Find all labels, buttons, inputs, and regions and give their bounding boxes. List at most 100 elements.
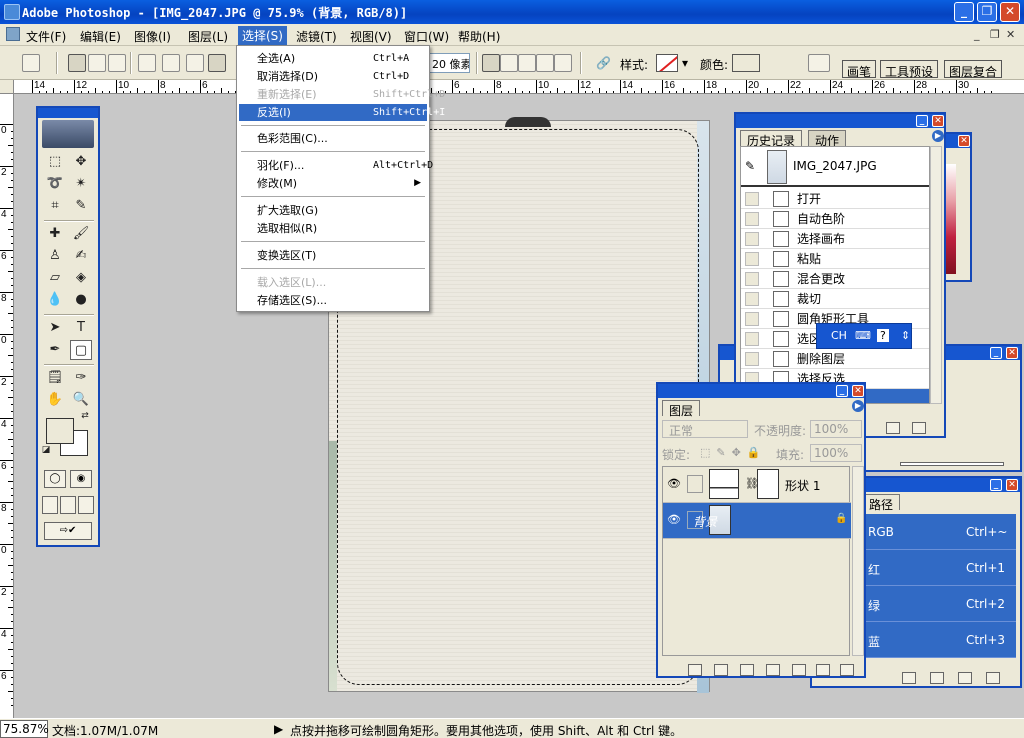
menu-file[interactable]: 文件(F)	[22, 27, 70, 44]
link-layers-icon[interactable]	[688, 664, 702, 676]
well-tab-layer-comps[interactable]: 图层复合	[944, 60, 1003, 79]
navigator-zoom-slider[interactable]	[900, 462, 1004, 466]
fill-input[interactable]: 100%	[810, 444, 862, 462]
path-selection-tool-icon[interactable]: ➤	[44, 318, 66, 338]
swap-colors-icon[interactable]: ⇄	[78, 410, 92, 422]
history-scrollbar[interactable]	[930, 146, 942, 404]
trash-icon[interactable]	[840, 664, 854, 676]
eye-icon[interactable]: 👁	[667, 513, 683, 527]
full-screen-mode-button[interactable]	[78, 496, 94, 514]
healing-brush-tool-icon[interactable]: ✚	[44, 224, 66, 244]
layers-close-button[interactable]: ✕	[852, 385, 864, 397]
layers-scrollbar[interactable]	[852, 466, 864, 656]
freeform-pen-icon[interactable]	[162, 54, 180, 72]
notes-tool-icon[interactable]: 🗒	[44, 368, 66, 388]
document-icon[interactable]	[6, 27, 20, 41]
history-step[interactable]: 选择画布	[741, 229, 929, 249]
history-snapshot[interactable]: ✎ IMG_2047.JPG	[741, 147, 929, 187]
history-minimize-button[interactable]: _	[916, 115, 928, 127]
magic-wand-tool-icon[interactable]: ✴	[70, 174, 92, 194]
dodge-tool-icon[interactable]: ●	[70, 290, 92, 310]
full-screen-menubar-mode-button[interactable]	[60, 496, 76, 514]
doc-restore-button[interactable]: ❐	[990, 28, 1000, 41]
brush-tool-icon[interactable]: 🖌	[70, 224, 92, 244]
menu-item-deselect[interactable]: 取消选择(D) Ctrl+D	[239, 68, 427, 85]
menu-view[interactable]: 视图(V)	[346, 27, 396, 44]
tab-history[interactable]: 历史记录	[740, 130, 803, 148]
history-step[interactable]: 自动色阶	[741, 209, 929, 229]
blur-tool-icon[interactable]: 💧	[44, 290, 66, 310]
adobe-feather-icon[interactable]	[42, 120, 94, 148]
slice-tool-icon[interactable]: ✎	[70, 196, 92, 216]
shape-layers-button[interactable]	[68, 54, 86, 72]
standard-screen-mode-button[interactable]	[42, 496, 58, 514]
close-button[interactable]: ✕	[1000, 2, 1020, 22]
minimize-button[interactable]: _	[954, 2, 974, 22]
channels-minimize-button[interactable]: _	[990, 479, 1002, 491]
paint-bucket-tool-icon[interactable]: ◈	[70, 268, 92, 288]
menu-item-reselect[interactable]: 重新选择(E) Shift+Ctrl+D	[239, 86, 445, 103]
new-group-icon[interactable]	[766, 664, 780, 676]
menu-item-grow[interactable]: 扩大选取(G)	[239, 202, 427, 219]
style-dropdown-arrow-icon[interactable]: ▾	[682, 56, 688, 70]
history-step[interactable]: 混合更改	[741, 269, 929, 289]
rounded-rectangle-shape-icon[interactable]	[208, 54, 226, 72]
layer-row[interactable]: 👁 背景 🔒	[663, 503, 851, 539]
channels-close-button[interactable]: ✕	[1006, 479, 1018, 491]
menu-item-save-selection[interactable]: 存储选区(S)...	[239, 292, 427, 309]
trash-icon[interactable]	[986, 672, 1000, 684]
ime-language-label[interactable]: CH	[831, 329, 847, 342]
tab-actions[interactable]: 动作	[808, 130, 847, 148]
navigator-minimize-button[interactable]: _	[990, 347, 1002, 359]
menu-edit[interactable]: 编辑(E)	[76, 27, 125, 44]
pen-tool-icon[interactable]	[138, 54, 156, 72]
layers-panel-menu-icon[interactable]: ▶	[852, 400, 864, 412]
adjustment-layer-icon[interactable]	[792, 664, 806, 676]
maximize-button[interactable]: ❐	[977, 2, 997, 22]
menu-select[interactable]: 选择(S)	[238, 26, 287, 45]
menu-item-feather[interactable]: 羽化(F)... Alt+Ctrl+D	[239, 157, 433, 174]
vertical-ruler[interactable]: 0 2 4 6 8 0 2 4 6 8 0 2 4 6	[0, 94, 14, 718]
fill-pixels-button[interactable]	[108, 54, 126, 72]
menu-help[interactable]: 帮助(H)	[454, 27, 504, 44]
color-close-button[interactable]: ✕	[958, 135, 970, 147]
layer-mask-icon[interactable]	[740, 664, 754, 676]
crop-tool-icon[interactable]: ⌗	[44, 196, 66, 216]
exclude-overlap-button[interactable]	[554, 54, 572, 72]
tool-preset-picker[interactable]	[22, 54, 40, 72]
radius-input[interactable]: 20 像素	[428, 53, 470, 73]
opacity-input[interactable]: 100%	[810, 420, 862, 438]
menu-item-inverse[interactable]: 反选(I) Shift+Ctrl+I	[239, 104, 445, 121]
history-panel-menu-icon[interactable]: ▶	[932, 130, 944, 142]
history-close-button[interactable]: ✕	[932, 115, 944, 127]
type-tool-icon[interactable]: T	[70, 318, 92, 338]
new-layer-icon[interactable]	[816, 664, 830, 676]
color-swatch[interactable]	[732, 54, 760, 72]
intersect-shape-areas-button[interactable]	[536, 54, 554, 72]
new-snapshot-icon[interactable]	[886, 422, 900, 434]
well-tab-tool-presets[interactable]: 工具预设	[880, 60, 939, 79]
eyedropper-tool-icon[interactable]: ✑	[70, 368, 92, 388]
history-step[interactable]: 粘贴	[741, 249, 929, 269]
standard-mode-button[interactable]: ◯	[44, 470, 66, 488]
new-shape-area-button[interactable]	[482, 54, 500, 72]
status-menu-arrow-icon[interactable]: ▶	[274, 722, 283, 736]
lasso-tool-icon[interactable]: ➰	[44, 174, 66, 194]
well-tab-brushes[interactable]: 画笔	[842, 60, 877, 79]
add-shape-area-button[interactable]	[500, 54, 518, 72]
zoom-tool-icon[interactable]: 🔍	[70, 390, 92, 410]
jump-to-imageready-button[interactable]: ⇨✔	[44, 522, 92, 540]
tab-layers[interactable]: 图层	[662, 400, 701, 418]
menu-item-select-all[interactable]: 全选(A) Ctrl+A	[239, 50, 427, 67]
menu-item-load-selection[interactable]: 载入选区(L)...	[239, 274, 427, 291]
history-step[interactable]: 打开	[741, 189, 929, 209]
doc-close-button[interactable]: ✕	[1006, 28, 1015, 41]
ime-expand-icon[interactable]: ⇕	[901, 329, 910, 342]
marquee-tool-icon[interactable]: ⬚	[44, 152, 66, 172]
menu-window[interactable]: 窗口(W)	[400, 27, 453, 44]
layers-panel-titlebar[interactable]	[658, 384, 864, 398]
layer-row[interactable]: 👁 ⛓ 形状 1	[663, 467, 851, 503]
menu-item-modify[interactable]: 修改(M) ▶	[239, 175, 427, 192]
photoshop-app-icon[interactable]	[4, 4, 20, 20]
new-channel-icon[interactable]	[958, 672, 972, 684]
